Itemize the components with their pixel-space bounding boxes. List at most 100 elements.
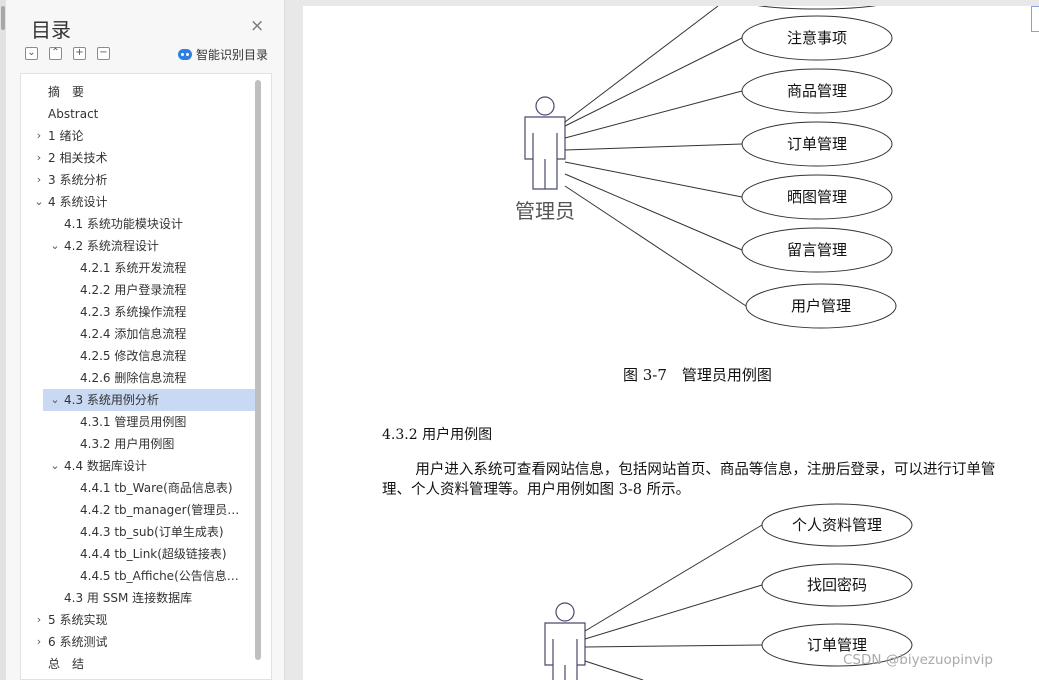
use-case-label: 晒图管理 <box>787 188 847 206</box>
document-page: 管理员 注意事项 商品管理 订单管理 晒图管理 留言管理 用户管理 个人资料管理 找回密码 订单管… <box>303 6 1039 680</box>
user-actor-body <box>544 622 586 680</box>
toc-item-label: 5 系统实现 <box>48 613 108 627</box>
toc-item[interactable]: 4.3.1 管理员用例图 <box>21 411 261 433</box>
ai-recognize-toc-label: 智能识别目录 <box>196 48 269 62</box>
chevron-down-icon[interactable]: ⌄ <box>49 235 61 257</box>
toc-item-label: 4.3 系统用例分析 <box>64 393 159 407</box>
toc-sidebar: 目录 × ⌄ ⌃ + − 智能识别目录 摘 要 Abstract › 1 绪论 › 2 相… <box>0 0 285 680</box>
remove-entry-button[interactable]: − <box>97 47 110 60</box>
body-paragraph: 用户进入系统可查看网站信息，包括网站首页、商品等信息，注册后登录，可以进行订单管… <box>382 462 996 498</box>
toc-item-label: 致 谢 <box>48 675 84 679</box>
toc-item-label: 4.4 数据库设计 <box>64 459 147 473</box>
toc-item-label: 1 绪论 <box>48 129 84 143</box>
left-scrollbar[interactable] <box>0 0 6 680</box>
toc-item[interactable]: › 6 系统测试 <box>21 631 261 653</box>
toc-item[interactable]: 4.3.2 用户用例图 <box>21 433 261 455</box>
toc-item[interactable]: 4.2.3 系统操作流程 <box>21 301 261 323</box>
toc-item[interactable]: ⌄ 4.2 系统流程设计 <box>21 235 261 257</box>
use-case-label: 找回密码 <box>807 576 867 594</box>
association-line <box>564 37 743 127</box>
toc-item[interactable]: 4.2.5 修改信息流程 <box>21 345 261 367</box>
toc-item[interactable]: 4.2.6 删除信息流程 <box>21 367 261 389</box>
toc-item-label: 4.1 系统功能模块设计 <box>64 217 183 231</box>
toc-item[interactable]: 4.2.2 用户登录流程 <box>21 279 261 301</box>
toc-item-label: 4.2.4 添加信息流程 <box>80 327 187 341</box>
admin-actor-body <box>524 116 566 190</box>
chevron-right-icon[interactable]: › <box>33 147 45 169</box>
toc-item-label: 4.3 用 SSM 连接数据库 <box>64 591 193 605</box>
document-view: 管理员 注意事项 商品管理 订单管理 晒图管理 留言管理 用户管理 个人资料管理 找回密码 订单管… <box>285 0 1039 680</box>
association-line <box>584 524 763 632</box>
toc-item-label: 4.4.4 tb_Link(超级链接表) <box>80 547 227 561</box>
left-scrollbar-thumb[interactable] <box>1 6 5 30</box>
use-case-label: 留言管理 <box>787 241 847 259</box>
use-case-label: 用户管理 <box>791 297 851 315</box>
chevron-down-icon[interactable]: ⌄ <box>49 455 61 477</box>
section-heading: 4.3.2 用户用例图 <box>382 427 493 443</box>
ai-recognize-toc-button[interactable]: 智能识别目录 <box>178 46 268 63</box>
association-line <box>584 644 763 648</box>
toc-item[interactable]: 4.4.5 tb_Affiche(公告信息表... <box>21 565 261 587</box>
use-case-label: 个人资料管理 <box>792 516 882 534</box>
ai-robot-icon <box>178 49 192 60</box>
chevron-right-icon[interactable]: › <box>33 125 45 147</box>
toc-item[interactable]: 4.4.3 tb_sub(订单生成表) <box>21 521 261 543</box>
toc-item-label: 4.4.2 tb_manager(管理员信... <box>80 503 249 517</box>
toc-item[interactable]: ⌄ 4.4 数据库设计 <box>21 455 261 477</box>
association-line <box>564 6 719 123</box>
association-line <box>564 185 747 307</box>
toc-item-label: 4.3.1 管理员用例图 <box>80 415 187 429</box>
chevron-right-icon[interactable]: › <box>33 169 45 191</box>
toc-item-label: 4.2.3 系统操作流程 <box>80 305 187 319</box>
use-case-label: 订单管理 <box>787 135 847 153</box>
association-line <box>584 660 644 680</box>
toc-item[interactable]: 致 谢 <box>21 675 261 679</box>
toc-title: 目录 <box>31 18 71 42</box>
toc-item[interactable]: 总 结 <box>21 653 261 675</box>
association-line <box>564 90 743 139</box>
close-icon[interactable]: × <box>250 17 264 35</box>
toc-scrollbar[interactable] <box>255 80 261 660</box>
toc-item-label: 4.4.1 tb_Ware(商品信息表) <box>80 481 233 495</box>
use-case-label: 注意事项 <box>787 29 847 47</box>
toc-item[interactable]: 4.4.4 tb_Link(超级链接表) <box>21 543 261 565</box>
association-line <box>564 173 743 251</box>
expand-all-button[interactable]: ⌃ <box>49 47 62 60</box>
toc-item[interactable]: ⌄ 4 系统设计 <box>21 191 261 213</box>
watermark: CSDN @biyezuopinvip <box>843 652 993 668</box>
toc-item[interactable]: › 5 系统实现 <box>21 609 261 631</box>
toc-item[interactable]: Abstract <box>21 103 261 125</box>
toc-item-label: 摘 要 <box>48 85 85 99</box>
toc-item[interactable]: 4.3 用 SSM 连接数据库 <box>21 587 261 609</box>
toc-item[interactable]: 4.2.4 添加信息流程 <box>21 323 261 345</box>
toc-item-label: 4.2 系统流程设计 <box>64 239 159 253</box>
admin-actor-head <box>535 96 555 116</box>
toc-item-label: 4.2.2 用户登录流程 <box>80 283 187 297</box>
toc-item-label: 3 系统分析 <box>48 173 108 187</box>
collapse-all-button[interactable]: ⌄ <box>25 47 38 60</box>
association-line <box>584 584 763 640</box>
toc-item[interactable]: 4.1 系统功能模块设计 <box>21 213 261 235</box>
toc-item[interactable]: › 1 绪论 <box>21 125 261 147</box>
toc-item-selected[interactable]: ⌄ 4.3 系统用例分析 <box>43 389 261 411</box>
page-edge-marker <box>1031 6 1039 32</box>
toc-item[interactable]: › 2 相关技术 <box>21 147 261 169</box>
add-entry-button[interactable]: + <box>73 47 86 60</box>
toc-item[interactable]: 4.2.1 系统开发流程 <box>21 257 261 279</box>
figure-caption: 图 3-7 管理员用例图 <box>623 366 772 384</box>
chevron-down-icon[interactable]: ⌄ <box>33 191 45 213</box>
toc-item-label: 6 系统测试 <box>48 635 108 649</box>
toc-item-label: 4.2.1 系统开发流程 <box>80 261 187 275</box>
toc-item[interactable]: 摘 要 <box>21 81 261 103</box>
toc-item[interactable]: 4.4.2 tb_manager(管理员信... <box>21 499 261 521</box>
toc-item[interactable]: › 3 系统分析 <box>21 169 261 191</box>
toc-item-label: 4 系统设计 <box>48 195 108 209</box>
chevron-right-icon[interactable]: › <box>33 609 45 631</box>
toc-panel: 摘 要 Abstract › 1 绪论 › 2 相关技术 › 3 系统分析 ⌄ 4 系统设计 4.1… <box>20 73 272 680</box>
chevron-down-icon[interactable]: ⌄ <box>49 389 61 411</box>
chevron-right-icon[interactable]: › <box>33 631 45 653</box>
toc-item-label: Abstract <box>48 107 99 121</box>
toc-list: 摘 要 Abstract › 1 绪论 › 2 相关技术 › 3 系统分析 ⌄ 4 系统设计 4.1… <box>21 81 261 679</box>
admin-actor-label: 管理员 <box>515 199 575 223</box>
toc-item[interactable]: 4.4.1 tb_Ware(商品信息表) <box>21 477 261 499</box>
